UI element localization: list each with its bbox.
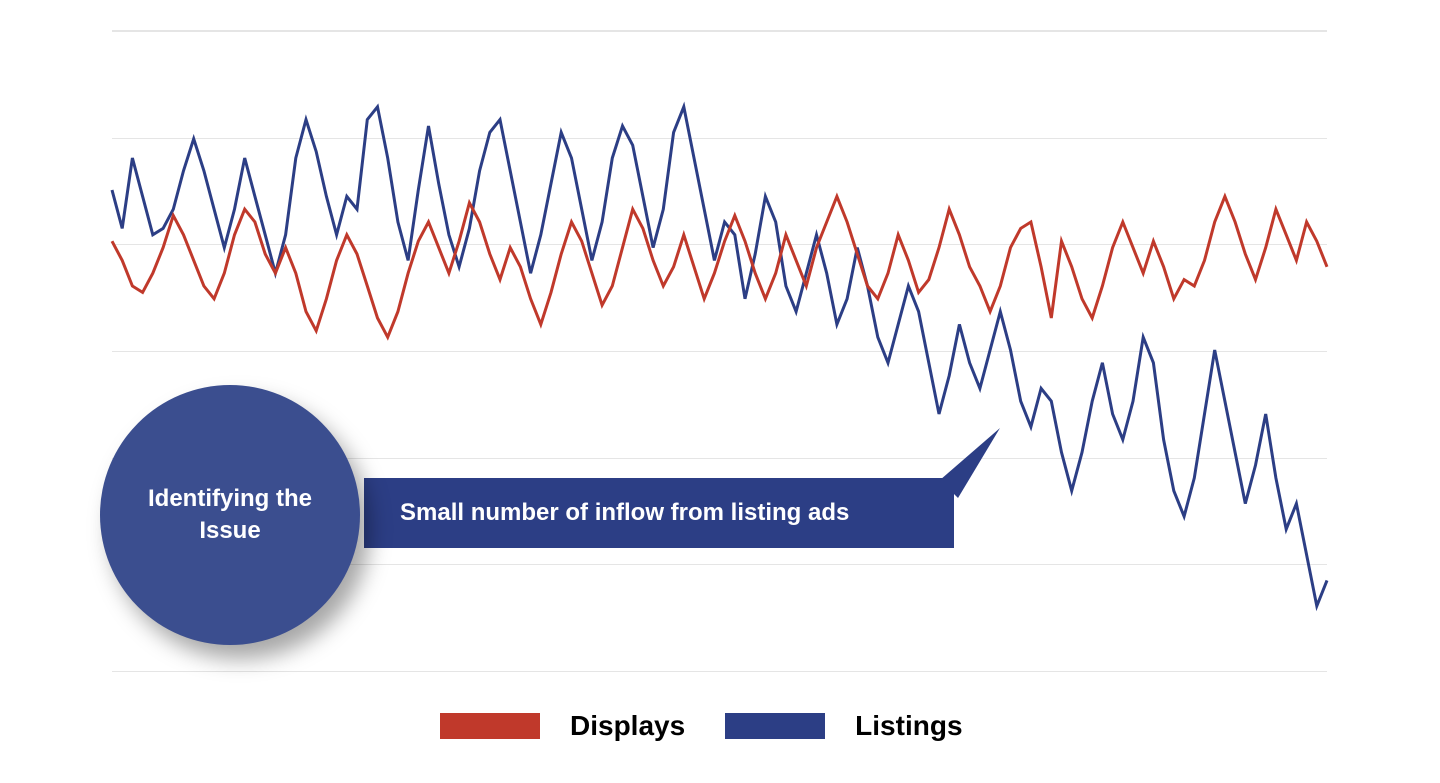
legend-swatch-listings	[725, 713, 825, 739]
series-displays-line	[112, 196, 1327, 337]
legend-swatch-displays	[440, 713, 540, 739]
badge-text: Identifying the Issue	[130, 483, 330, 548]
legend-item-listings: Listings	[725, 710, 962, 742]
callout-balloon: Small number of inflow from listing ads	[364, 478, 954, 548]
legend: Displays Listings	[440, 710, 963, 742]
legend-label-displays: Displays	[570, 710, 685, 742]
legend-label-listings: Listings	[855, 710, 962, 742]
badge-circle: Identifying the Issue	[100, 385, 360, 645]
legend-item-displays: Displays	[440, 710, 685, 742]
grid-line	[112, 671, 1327, 672]
callout-text: Small number of inflow from listing ads	[400, 499, 849, 527]
